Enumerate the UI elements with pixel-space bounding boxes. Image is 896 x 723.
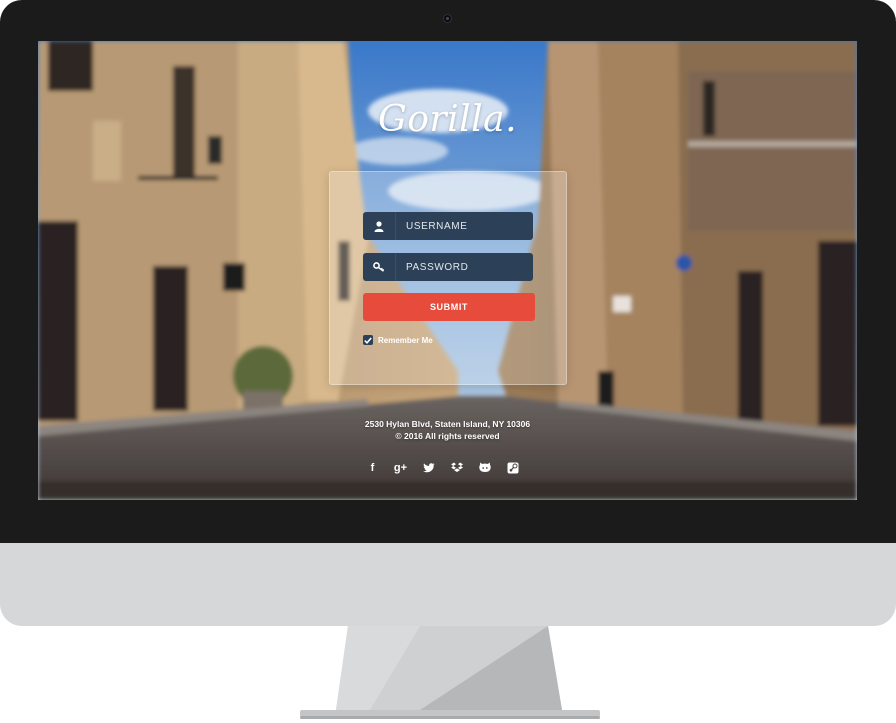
twitter-icon[interactable]	[420, 459, 437, 476]
github-icon[interactable]	[476, 459, 493, 476]
login-card: SUBMIT Remember Me	[329, 171, 567, 385]
checkmark-icon	[364, 336, 372, 344]
username-field[interactable]	[363, 212, 533, 240]
submit-button[interactable]: SUBMIT	[363, 293, 535, 321]
page-footer: 2530 Hylan Blvd, Staten Island, NY 10306…	[38, 418, 857, 442]
social-links: f g+	[364, 459, 521, 476]
remember-me-checkbox[interactable]	[363, 335, 373, 345]
remember-me[interactable]: Remember Me	[363, 335, 433, 345]
footer-copyright: © 2016 All rights reserved	[395, 431, 500, 441]
google-plus-icon[interactable]: g+	[392, 459, 409, 476]
username-input[interactable]	[404, 219, 528, 233]
facebook-icon[interactable]: f	[364, 459, 381, 476]
monitor-stand	[300, 626, 600, 719]
password-field[interactable]	[363, 253, 533, 281]
remember-me-label: Remember Me	[378, 335, 433, 345]
monitor-bezel: Gorilla. SUBMIT Remember Me	[0, 0, 896, 545]
screen: Gorilla. SUBMIT Remember Me	[38, 41, 857, 500]
steam-icon[interactable]	[504, 459, 521, 476]
monitor-chin	[0, 543, 896, 626]
webcam	[444, 15, 451, 22]
key-icon	[363, 253, 396, 281]
password-input[interactable]	[404, 260, 528, 274]
footer-address: 2530 Hylan Blvd, Staten Island, NY 10306	[364, 419, 531, 429]
user-icon	[363, 212, 396, 240]
app-logo: Gorilla.	[377, 99, 518, 140]
dropbox-icon[interactable]	[448, 459, 465, 476]
